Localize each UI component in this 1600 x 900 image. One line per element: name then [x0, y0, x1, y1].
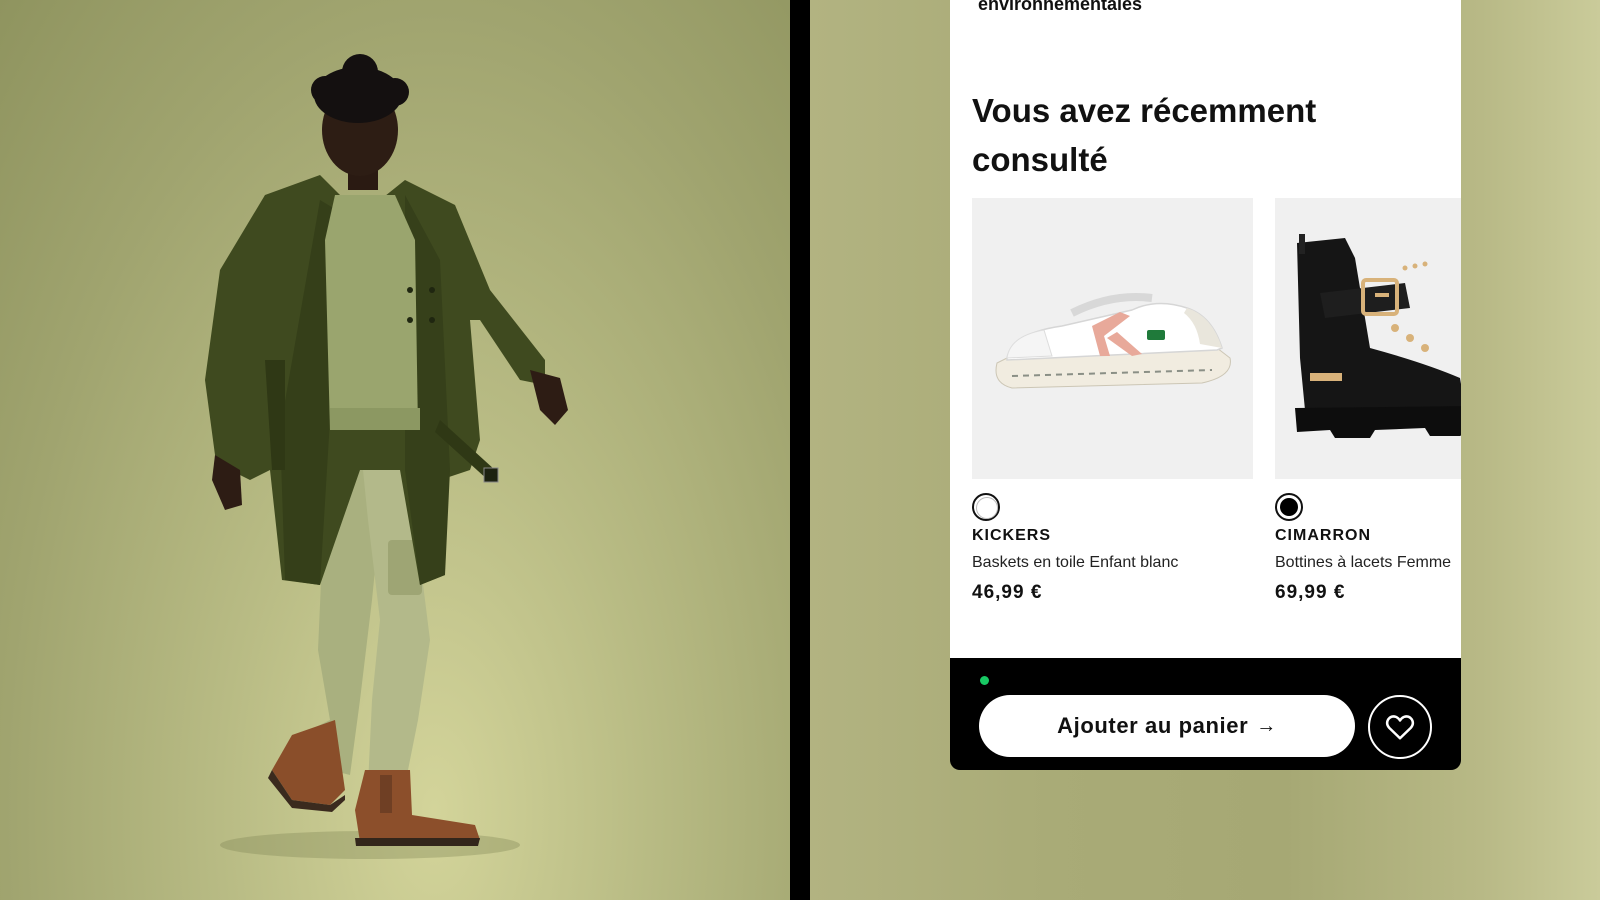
- product-image[interactable]: [972, 198, 1253, 479]
- add-to-cart-label: Ajouter au panier: [1057, 713, 1249, 738]
- panel-divider: [790, 0, 810, 900]
- add-to-cart-bar: Ajouter au panier →: [950, 658, 1461, 770]
- product-name[interactable]: Baskets en toile Enfant blanc: [972, 554, 1253, 572]
- wishlist-button[interactable]: [1368, 695, 1432, 759]
- sneaker-image: [995, 293, 1231, 389]
- color-swatch-black[interactable]: [1275, 493, 1303, 521]
- arrow-right-icon: →: [1256, 714, 1277, 737]
- add-to-cart-button[interactable]: Ajouter au panier →: [979, 695, 1355, 757]
- product-carousel[interactable]: KICKERS Baskets en toile Enfant blanc 46…: [972, 198, 1461, 618]
- product-card[interactable]: KICKERS Baskets en toile Enfant blanc 46…: [972, 198, 1253, 604]
- product-image[interactable]: [1275, 198, 1461, 479]
- product-card[interactable]: CIMARRON Bottines à lacets Femme 69,99 €: [1275, 198, 1461, 604]
- boot-image: [1295, 234, 1461, 438]
- recently-viewed-title: Vous avez récemment consulté: [972, 92, 1317, 178]
- recently-viewed-panel: environnementales Vous avez récemment co…: [950, 0, 1461, 658]
- product-brand: CIMARRON: [1275, 527, 1371, 544]
- product-price: 69,99 €: [1275, 582, 1346, 603]
- product-brand: KICKERS: [972, 527, 1052, 544]
- product-name[interactable]: Bottines à lacets Femme: [1275, 554, 1461, 572]
- hero-photo: [0, 0, 790, 900]
- product-price: 46,99 €: [972, 582, 1043, 603]
- color-swatch-white[interactable]: [972, 493, 1000, 521]
- environment-section-label: environnementales: [978, 0, 1143, 14]
- model-illustration: [205, 54, 568, 859]
- status-indicator-dot: [980, 676, 989, 685]
- heart-icon: [1385, 715, 1415, 740]
